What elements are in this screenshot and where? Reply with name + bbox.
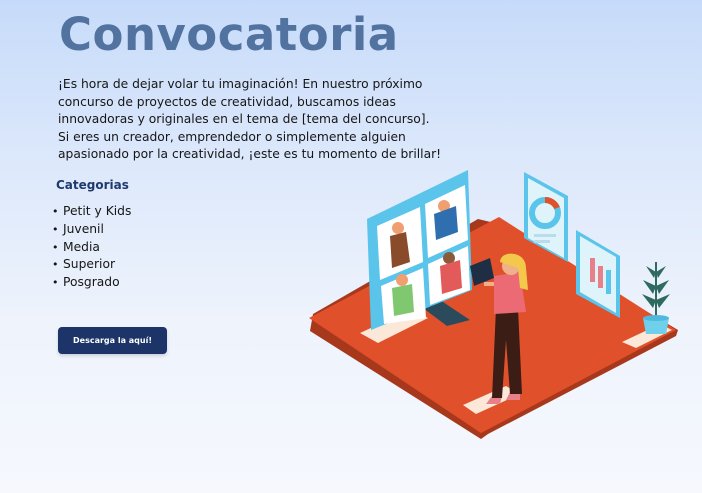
category-label: Superior [63, 257, 116, 272]
download-button[interactable]: Descarga la aquí! [58, 327, 167, 354]
category-item: • Posgrado [52, 274, 131, 292]
bullet-icon: • [52, 222, 59, 236]
category-item: • Juvenil [52, 221, 131, 239]
category-label: Media [63, 239, 100, 254]
categories-list: • Petit y Kids • Juvenil • Media • Superior … [52, 203, 131, 292]
creativity-illustration [309, 170, 678, 439]
potted-plant-icon [642, 262, 670, 334]
category-item: • Media [52, 239, 131, 257]
category-item: • Petit y Kids [52, 203, 131, 221]
bullet-icon: • [52, 258, 59, 272]
category-item: • Superior [52, 256, 131, 274]
page-title: Convocatoria [59, 8, 399, 61]
bullet-icon: • [52, 276, 59, 290]
categories-heading: Categorias [56, 178, 129, 192]
category-label: Juvenil [63, 221, 104, 236]
bullet-icon: • [52, 205, 59, 218]
bullet-icon: • [52, 240, 59, 254]
intro-paragraph: ¡Es hora de dejar volar tu imaginación! … [58, 77, 442, 162]
category-label: Petit y Kids [63, 204, 132, 218]
category-label: Posgrado [63, 275, 120, 290]
floor-platform [309, 217, 678, 439]
